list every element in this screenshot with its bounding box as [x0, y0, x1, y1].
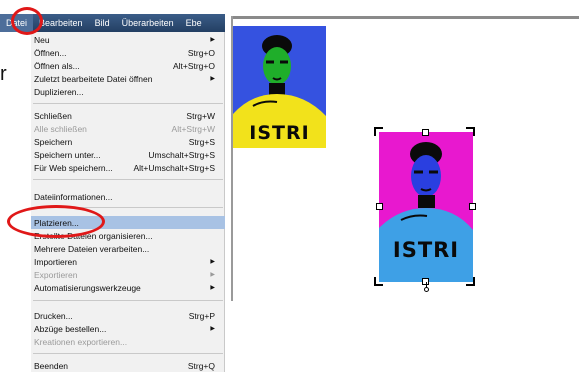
- menu-item-oeffnen[interactable]: Öffnen... Strg+O: [31, 46, 225, 59]
- menu-item-neu[interactable]: Neu ▶: [31, 33, 225, 46]
- menu-item-drucken[interactable]: Drucken... Strg+P: [31, 309, 225, 322]
- menu-item-beenden[interactable]: Beenden Strg+Q: [31, 359, 225, 372]
- menu-item-label: Zuletzt bearbeitete Datei öffnen: [34, 73, 153, 84]
- menu-item-label: Dateiinformationen...: [34, 191, 113, 202]
- menu-item-fuer-web[interactable]: Für Web speichern... Alt+Umschalt+Strg+S: [31, 161, 225, 174]
- submenu-arrow-icon: ▶: [210, 326, 215, 332]
- menu-item-speichern-unter[interactable]: Speichern unter... Umschalt+Strg+S: [31, 148, 225, 161]
- menu-item-label: Drucken...: [34, 310, 73, 321]
- menu-item-kreationen: Kreationen exportieren...: [31, 335, 225, 348]
- menu-item-label: Speichern: [34, 136, 73, 147]
- resize-handle-bottom-right[interactable]: [466, 277, 475, 286]
- menu-separator: [33, 353, 223, 354]
- menu-item-label: Kreationen exportieren...: [34, 336, 128, 347]
- menu-item-zuletzt[interactable]: Zuletzt bearbeitete Datei öffnen ▶: [31, 72, 225, 85]
- menu-item-duplizieren[interactable]: Duplizieren...: [31, 85, 225, 98]
- menu-item-shortcut: Alt+Umschalt+Strg+S: [133, 162, 216, 173]
- menu-item-schliessen[interactable]: Schließen Strg+W: [31, 109, 225, 122]
- menu-item-speichern[interactable]: Speichern Strg+S: [31, 135, 225, 148]
- file-menu: Neu ▶ Öffnen... Strg+O Öffnen als... Alt…: [31, 32, 225, 372]
- submenu-arrow-icon: ▶: [210, 285, 215, 291]
- resize-handle-left[interactable]: [376, 203, 383, 210]
- menu-item-shortcut: Strg+P: [188, 310, 215, 321]
- menu-item-label: Alle schließen: [34, 123, 87, 134]
- menu-item-erstellte-dateien[interactable]: Erstellte Dateien organisieren...: [31, 229, 225, 242]
- menu-item-label: Exportieren: [34, 269, 78, 280]
- menu-item-oeffnen-als[interactable]: Öffnen als... Alt+Strg+O: [31, 59, 225, 72]
- menu-item-shortcut: Strg+O: [187, 47, 215, 58]
- resize-handle-top-left[interactable]: [374, 127, 383, 136]
- menu-item-shortcut: Umschalt+Strg+S: [148, 149, 215, 160]
- submenu-arrow-icon: ▶: [210, 76, 215, 82]
- menu-item-label: Schließen: [34, 110, 72, 121]
- menu-item-automatisierung[interactable]: Automatisierungswerkzeuge ▶: [31, 281, 225, 294]
- menu-item-label: Öffnen...: [34, 47, 67, 58]
- resize-handle-right[interactable]: [469, 203, 476, 210]
- menu-item-label: Mehrere Dateien verarbeiten...: [34, 243, 150, 254]
- menu-item-dateiinformationen[interactable]: Dateiinformationen...: [31, 190, 225, 203]
- menu-item-mehrere-dateien[interactable]: Mehrere Dateien verarbeiten...: [31, 242, 225, 255]
- menu-item-label: Automatisierungswerkzeuge: [34, 282, 141, 293]
- menu-item-label: Platzieren...: [34, 217, 79, 228]
- menu-item-abzuege[interactable]: Abzüge bestellen... ▶: [31, 322, 225, 335]
- menu-item-label: Speichern unter...: [34, 149, 101, 160]
- sweater-text: ISTRI: [392, 238, 460, 262]
- menu-separator: [33, 103, 223, 104]
- submenu-arrow-icon: ▶: [210, 259, 215, 265]
- menu-item-shortcut: Strg+S: [188, 136, 215, 147]
- menu-item-shortcut: Strg+Q: [187, 360, 215, 371]
- menu-item-label: Öffnen als...: [34, 60, 80, 71]
- rotate-handle-icon[interactable]: [424, 287, 429, 292]
- menu-item-label: Neu: [34, 34, 50, 45]
- menu-separator: [33, 300, 223, 301]
- resize-handle-top[interactable]: [422, 129, 429, 136]
- menu-bearbeiten[interactable]: Bearbeiten: [33, 14, 89, 32]
- menu-item-shortcut: Strg+W: [186, 110, 215, 121]
- menu-item-platzieren[interactable]: Platzieren...: [31, 216, 225, 229]
- stray-glyph: r: [0, 63, 7, 85]
- menu-item-label: Für Web speichern...: [34, 162, 113, 173]
- menu-item-alle-schliessen: Alle schließen Alt+Strg+W: [31, 122, 225, 135]
- menu-item-label: Importieren: [34, 256, 77, 267]
- menu-ueberarbeiten[interactable]: Überarbeiten: [116, 14, 180, 32]
- menu-item-label: Erstellte Dateien organisieren...: [34, 230, 153, 241]
- menu-item-exportieren: Exportieren ▶: [31, 268, 225, 281]
- menu-datei[interactable]: Datei: [0, 14, 34, 32]
- menu-item-label: Duplizieren...: [34, 86, 84, 97]
- submenu-arrow-icon: ▶: [210, 37, 215, 43]
- menu-separator: [33, 207, 223, 208]
- placed-image-selected[interactable]: ISTRI: [379, 132, 473, 282]
- menu-ebene[interactable]: Ebe: [180, 14, 208, 32]
- menu-separator: [33, 179, 223, 180]
- menu-bild[interactable]: Bild: [89, 14, 116, 32]
- sweater-text: ISTRI: [249, 122, 310, 144]
- menu-item-label: Abzüge bestellen...: [34, 323, 107, 334]
- menu-item-shortcut: Alt+Strg+O: [172, 60, 215, 71]
- menu-item-shortcut: Alt+Strg+W: [171, 123, 215, 134]
- menu-item-label: Beenden: [34, 360, 69, 371]
- submenu-arrow-icon: ▶: [210, 272, 215, 278]
- menu-bar: Datei Bearbeiten Bild Überarbeiten Ebe: [0, 14, 225, 32]
- resize-handle-top-right[interactable]: [466, 127, 475, 136]
- resize-handle-bottom-left[interactable]: [374, 277, 383, 286]
- placed-image-icon[interactable]: ISTRI: [233, 26, 326, 148]
- menu-item-importieren[interactable]: Importieren ▶: [31, 255, 225, 268]
